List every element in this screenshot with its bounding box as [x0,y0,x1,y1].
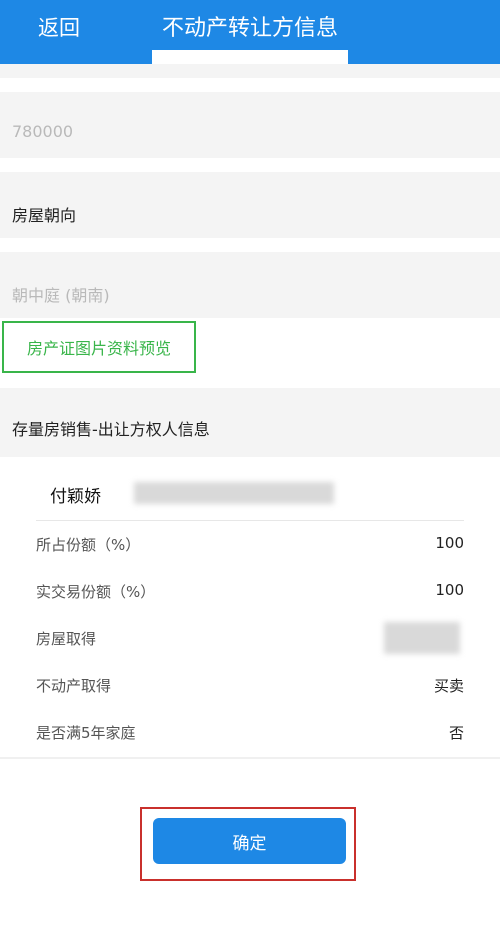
divider [36,520,464,521]
share-label: 所占份额（%） [36,536,141,554]
confirm-button[interactable]: 确定 [153,818,346,864]
traded-share-value: 100 [435,581,464,599]
certificate-preview-button[interactable]: 房产证图片资料预览 [2,321,196,373]
section-title: 存量房销售-出让方权人信息 [12,420,210,439]
redacted-acquisition [384,622,460,654]
orientation-label-row: 房屋朝向 [0,166,500,238]
page-title: 不动产转让方信息 [161,16,338,41]
section-header: 存量房销售-出让方权人信息 [0,382,500,457]
price-field[interactable]: 780000 [0,86,500,158]
share-value: 100 [435,534,464,552]
price-value: 780000 [12,122,74,141]
property-acquisition-value: 买卖 [433,677,464,695]
five-year-row: 是否满5年家庭 否 [36,722,464,750]
five-year-value: 否 [448,724,464,742]
share-row: 所占份额（%） 100 [36,534,464,562]
orientation-field[interactable]: 朝中庭 (朝南) [0,246,500,318]
house-acquisition-label: 房屋取得 [36,630,97,648]
five-year-label: 是否满5年家庭 [36,724,136,742]
traded-share-label: 实交易份额（%） [36,583,156,601]
orientation-value: 朝中庭 (朝南) [12,286,110,305]
traded-share-row: 实交易份额（%） 100 [36,581,464,609]
top-bar: 返回 不动产转让方信息 [0,0,500,64]
orientation-label: 房屋朝向 [12,206,77,225]
top-gap [0,64,500,78]
property-acquisition-row: 不动产取得 买卖 [36,675,464,703]
redacted-id [134,482,334,504]
owner-name: 付颖娇 [50,487,101,507]
bottom-divider [0,757,500,759]
property-acquisition-label: 不动产取得 [36,677,112,695]
